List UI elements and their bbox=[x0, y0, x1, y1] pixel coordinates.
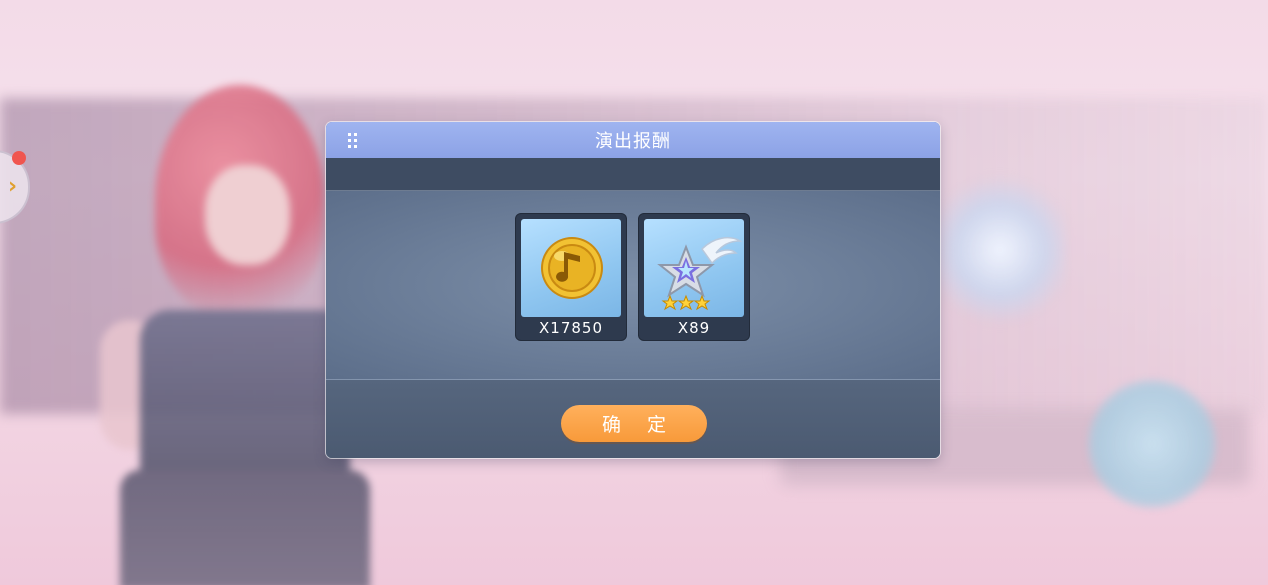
dialog-subheader bbox=[326, 158, 940, 191]
chevron-right-icon: › bbox=[8, 174, 18, 199]
confirm-button[interactable]: 确 定 bbox=[561, 405, 707, 442]
reward-art bbox=[644, 219, 744, 317]
reward-quantity: X17850 bbox=[539, 319, 603, 337]
reward-item-music-coin[interactable]: X17850 bbox=[515, 213, 627, 341]
winged-star-icon bbox=[657, 236, 742, 311]
background-rank-emblem bbox=[935, 175, 1065, 325]
reward-dialog: 演出报酬 X17850 X89 确 定 bbox=[326, 122, 940, 458]
grip-icon bbox=[348, 133, 358, 149]
reward-list bbox=[326, 191, 940, 380]
game-scene: › 演出报酬 X17850 X89 确 定 bbox=[0, 0, 1268, 585]
reward-art bbox=[521, 219, 621, 317]
music-note-coin-icon bbox=[541, 237, 603, 299]
notification-dot bbox=[12, 151, 26, 165]
dialog-header[interactable]: 演出报酬 bbox=[326, 122, 940, 158]
reward-item-winged-star[interactable]: X89 bbox=[638, 213, 750, 341]
reward-quantity: X89 bbox=[677, 319, 711, 337]
dialog-title: 演出报酬 bbox=[595, 131, 671, 152]
background-circle-emblem bbox=[1088, 380, 1216, 508]
